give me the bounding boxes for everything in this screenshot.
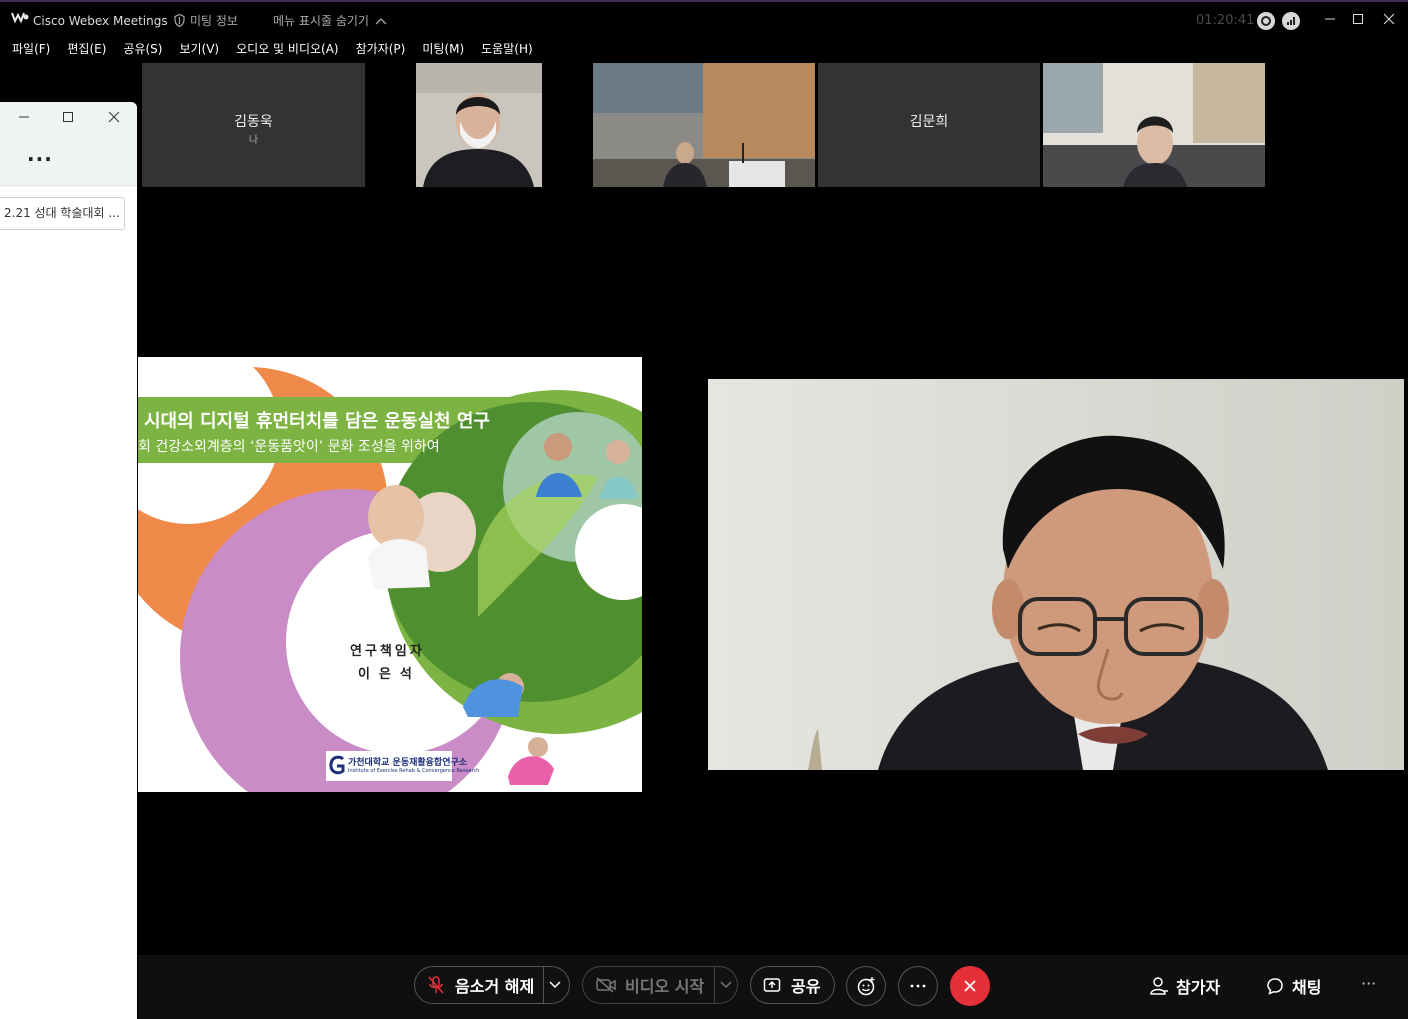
panel-maximize-button[interactable] [58,108,78,126]
panel-close-button[interactable] [104,108,124,126]
institute-name-english: Institute of Exercise Rehab & Convergenc… [348,768,480,774]
participant-thumbnail[interactable]: 김문희 [818,63,1040,187]
microphone-muted-icon [428,976,444,994]
participant-name: 김문희 [909,114,949,130]
more-panels-button[interactable]: ··· [1361,974,1376,993]
menu-participants[interactable]: 참가자(P) [356,38,406,62]
network-signal-icon[interactable] [1282,12,1300,30]
panel-minimize-button[interactable] [14,108,34,126]
slide-researcher-role: 연구책임자 [350,644,425,659]
ellipsis-icon [910,984,926,988]
gachon-logo-icon [329,755,345,775]
unmute-button[interactable]: 음소거 해제 [414,966,570,1004]
emoji-icon [857,977,875,996]
participant-video-thumbnail[interactable] [593,63,815,187]
share-button[interactable]: 공유 [750,966,835,1004]
start-video-label: 비디오 시작 [625,977,705,996]
meeting-info-label: 미팅 정보 [190,14,238,28]
institute-logo: 가천대학교 운동재활융합연구소 Institute of Exercise Re… [326,751,479,781]
participant-video-thumbnail[interactable] [1043,63,1265,187]
person-icon [1150,977,1168,995]
minimize-button[interactable] [1318,8,1342,30]
side-panel-header: ... [0,102,137,186]
slide-researcher-name: 이은석 [358,667,421,682]
app-title: Cisco Webex Meetings [33,14,168,28]
meeting-timer: 01:20:41 [1196,13,1255,28]
chat-label: 채팅 [1292,978,1322,997]
menu-edit[interactable]: 편집(E) [67,38,106,62]
chevron-down-icon[interactable] [549,981,561,989]
chat-button[interactable]: 채팅 [1266,974,1321,998]
menu-help[interactable]: 도움말(H) [481,38,533,62]
speaker-video-frame [708,379,1404,770]
institute-name-korean: 가천대학교 운동재활융합연구소 [348,758,468,768]
leave-meeting-button[interactable] [950,966,990,1006]
menu-view[interactable]: 보기(V) [179,38,219,62]
hide-menu-button[interactable]: 메뉴 표시줄 숨기기 [273,12,387,29]
menu-bar: 파일(F) 편집(E) 공유(S) 보기(V) 오디오 및 비디오(A) 참가자… [0,38,1408,62]
close-icon [964,980,976,992]
more-panels-label: ··· [1361,974,1377,993]
file-list-item[interactable]: 2.21 성대 학술대회 ... [0,197,125,230]
participant-video [416,63,542,187]
shield-icon [174,14,185,27]
close-window-button[interactable] [1377,8,1401,30]
more-options-button[interactable] [898,966,938,1006]
active-speaker-video[interactable] [708,379,1404,770]
recording-status-icon[interactable] [1257,12,1275,30]
menu-audio-video[interactable]: 오디오 및 비디오(A) [236,38,338,62]
participant-video [593,63,815,187]
side-panel-window: ... 2.21 성대 학술대회 ... [0,102,137,1019]
participants-button[interactable]: 참가자 [1150,974,1220,998]
participant-thumbnail[interactable]: 김동욱 나 [142,63,365,187]
start-video-button[interactable]: 비디오 시작 [582,966,738,1004]
chat-bubble-icon [1267,978,1283,995]
panel-more-button[interactable]: ... [27,142,53,166]
reactions-button[interactable] [846,966,886,1006]
menu-share[interactable]: 공유(S) [123,38,162,62]
shared-presentation-slide: 시대의 디지털 휴먼터치를 담은 운동실천 연구 회 건강소외계층의 ‘운동품앗… [138,357,642,792]
maximize-button[interactable] [1346,8,1370,30]
menu-meeting[interactable]: 미팅(M) [422,38,464,62]
unmute-label: 음소거 해제 [455,977,535,996]
chevron-up-icon [375,17,387,24]
slide-title: 시대의 디지털 휴먼터치를 담은 운동실천 연구 [144,411,490,432]
webex-logo-icon [11,12,29,23]
title-bar: Cisco Webex Meetings 미팅 정보 메뉴 표시줄 숨기기 01… [0,0,1408,38]
participants-label: 참가자 [1176,978,1221,997]
slide-subtitle: 회 건강소외계층의 ‘운동품앗이’ 문화 조성을 위하여 [138,439,440,455]
participant-self-label: 나 [248,135,259,146]
hide-menu-label: 메뉴 표시줄 숨기기 [273,14,369,28]
menu-file[interactable]: 파일(F) [12,38,50,62]
chevron-down-icon[interactable] [720,981,732,989]
meeting-info-button[interactable]: 미팅 정보 [174,12,238,29]
participant-name: 김동욱 [234,114,273,130]
share-label: 공유 [791,977,821,996]
video-off-icon [596,977,616,993]
share-screen-icon [763,978,781,992]
participant-video [1043,63,1265,187]
participant-video-thumbnail[interactable] [368,63,590,187]
meeting-control-bar: 음소거 해제 비디오 시작 공유 참가자 채팅 ··· [138,955,1408,1019]
